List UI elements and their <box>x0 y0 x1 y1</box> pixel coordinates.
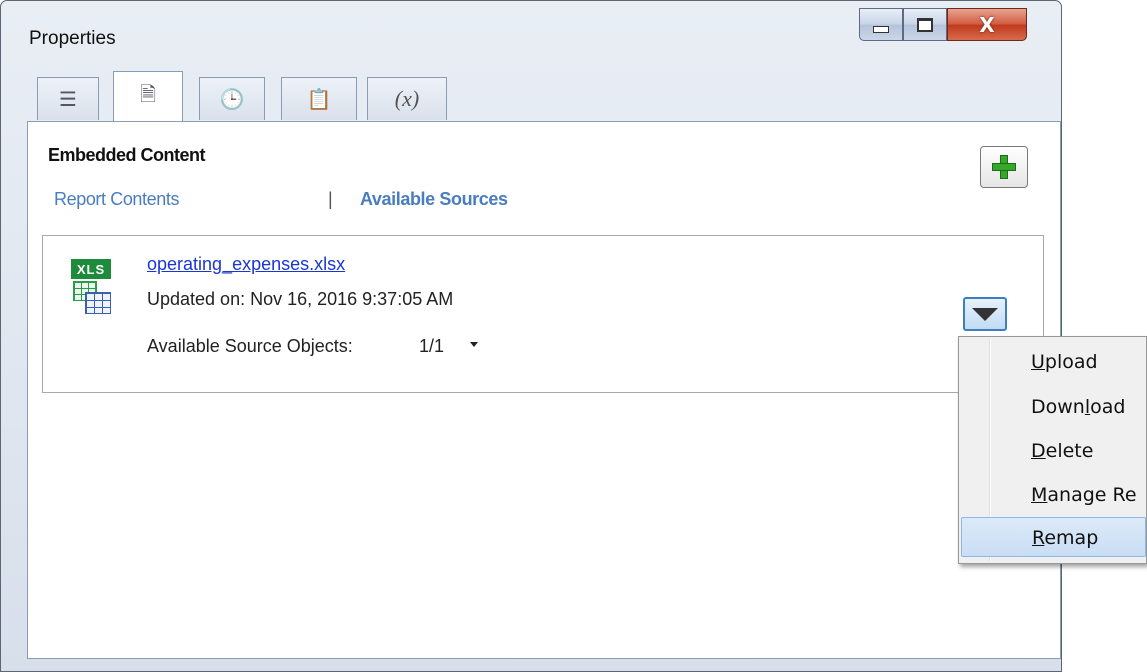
source-objects-label: Available Source Objects: <box>147 336 353 356</box>
tab-variables[interactable]: (x) <box>367 77 447 120</box>
mnemonic-manage: M <box>1031 484 1048 506</box>
minimize-button[interactable] <box>859 8 903 41</box>
properties-window: Properties X ☰ 🗎 🕒 📋 (x) Embedded Conten… <box>0 0 1062 672</box>
close-button[interactable]: X <box>947 8 1027 41</box>
table-grid-icon <box>85 292 111 314</box>
list-icon: ☰ <box>59 87 77 111</box>
mnemonic-upload: U <box>1031 351 1045 373</box>
minimize-icon <box>873 26 889 33</box>
caret-down-icon[interactable] <box>470 342 478 347</box>
tab-document[interactable]: 🗎 <box>113 71 183 122</box>
copy-document-icon: 📋 <box>306 87 332 111</box>
menu-item-upload[interactable]: Upload <box>961 342 1146 382</box>
add-content-button[interactable] <box>980 146 1028 188</box>
mnemonic-delete: D <box>1031 440 1046 462</box>
menu-label-delete: elete <box>1045 440 1094 462</box>
tab-clock[interactable]: 🕒 <box>199 77 265 120</box>
variable-icon: (x) <box>394 86 420 111</box>
maximize-icon <box>917 17 933 32</box>
menu-label-download-b: oad <box>1090 396 1126 418</box>
nav-report-contents[interactable]: Report Contents <box>54 189 179 210</box>
tab-list[interactable]: ☰ <box>37 77 99 120</box>
menu-item-manage[interactable]: Manage Re <box>961 475 1146 515</box>
xls-label: XLS <box>71 259 111 279</box>
menu-item-delete[interactable]: Delete <box>961 431 1146 471</box>
close-icon: X <box>979 12 995 37</box>
menu-item-download[interactable]: Download <box>961 387 1146 427</box>
content-panel: Embedded Content Report Contents | Avail… <box>27 121 1061 659</box>
caption-buttons: X <box>859 8 1027 41</box>
document-icon: 🗎 <box>139 82 157 106</box>
xls-file-icon: XLS <box>71 259 121 319</box>
source-menu-button[interactable] <box>963 297 1007 331</box>
menu-label-remap: emap <box>1044 527 1099 549</box>
context-menu: Upload Download Delete Manage Re Remap <box>958 336 1147 564</box>
maximize-button[interactable] <box>903 8 947 41</box>
triangle-down-icon <box>972 307 998 321</box>
section-title: Embedded Content <box>48 145 206 165</box>
nav-available-sources[interactable]: Available Sources <box>360 189 508 210</box>
tab-copy-document[interactable]: 📋 <box>281 77 357 120</box>
updated-timestamp: Updated on: Nov 16, 2016 9:37:05 AM <box>147 289 454 309</box>
source-item: XLS operating_expenses.xlsx Updated on: … <box>42 235 1044 393</box>
menu-label-upload: pload <box>1044 351 1098 373</box>
source-objects-value[interactable]: 1/1 <box>419 336 444 357</box>
nav-separator: | <box>328 189 333 209</box>
mnemonic-remap: R <box>1032 527 1045 549</box>
file-name-link[interactable]: operating_expenses.xlsx <box>147 254 345 275</box>
window-title: Properties <box>29 28 116 49</box>
menu-label-manage: anage Re <box>1047 484 1137 506</box>
plus-icon <box>992 155 1016 179</box>
clock-icon: 🕒 <box>219 87 245 111</box>
menu-item-remap[interactable]: Remap <box>961 517 1146 557</box>
menu-label-download-a: Down <box>1031 396 1085 418</box>
